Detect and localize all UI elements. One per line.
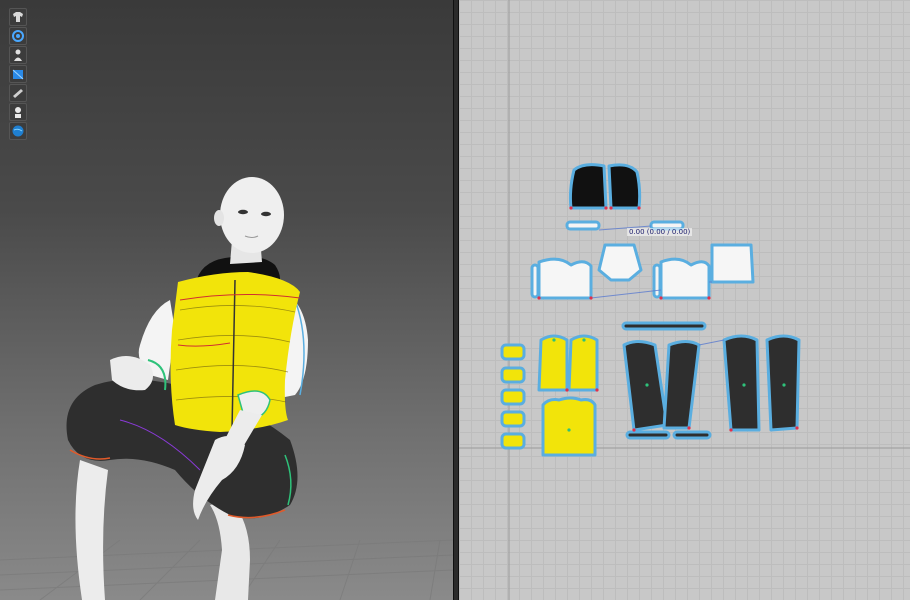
pattern-canvas [459, 0, 910, 600]
3d-viewport[interactable] [0, 0, 453, 600]
avatar-leg-left [75, 460, 108, 600]
simulation-icon [12, 30, 24, 42]
measurement-label: 0.00 (0.00 / 0.00) [627, 228, 693, 236]
viewport-toolbar [9, 8, 29, 141]
pattern-sleeve-left [537, 257, 593, 300]
pattern-pants-back-right [765, 334, 801, 432]
avatar-display-button[interactable] [9, 8, 27, 26]
pattern-pants-front-left [622, 340, 669, 432]
avatar-display-icon [13, 12, 23, 22]
pattern-vest-front-right [567, 334, 599, 392]
pattern-hood-right [607, 163, 642, 210]
texture-view-icon [12, 69, 24, 80]
pattern-hood-left [568, 163, 608, 210]
pattern-strip-1 [565, 220, 601, 231]
3d-scene [0, 177, 453, 600]
globe-render-icon [12, 125, 24, 137]
fabric-thickness-button[interactable] [9, 84, 27, 102]
avatar-head [220, 177, 284, 253]
simulation-button[interactable] [9, 27, 27, 45]
pattern-pants-front-right [662, 340, 701, 430]
texture-view-button[interactable] [9, 65, 27, 83]
pattern-vest-back [541, 396, 597, 457]
pattern-sleeve-right [659, 257, 711, 300]
pattern-vest-front-left [537, 334, 569, 392]
avatar-silhouette-icon [15, 107, 21, 118]
fabric-thickness-icon [13, 89, 23, 98]
globe-render-button[interactable] [9, 122, 27, 140]
avatar-pose-icon [14, 49, 22, 61]
pattern-waistband [621, 321, 707, 331]
avatar-silhouette-button[interactable] [9, 103, 27, 121]
pattern-pants-back-left [722, 334, 761, 432]
pattern-front-white [710, 243, 755, 284]
2d-pattern-viewport[interactable]: 0.00 (0.00 / 0.00) [459, 0, 910, 600]
avatar-pose-button[interactable] [9, 46, 27, 64]
pattern-back-white [597, 243, 643, 282]
